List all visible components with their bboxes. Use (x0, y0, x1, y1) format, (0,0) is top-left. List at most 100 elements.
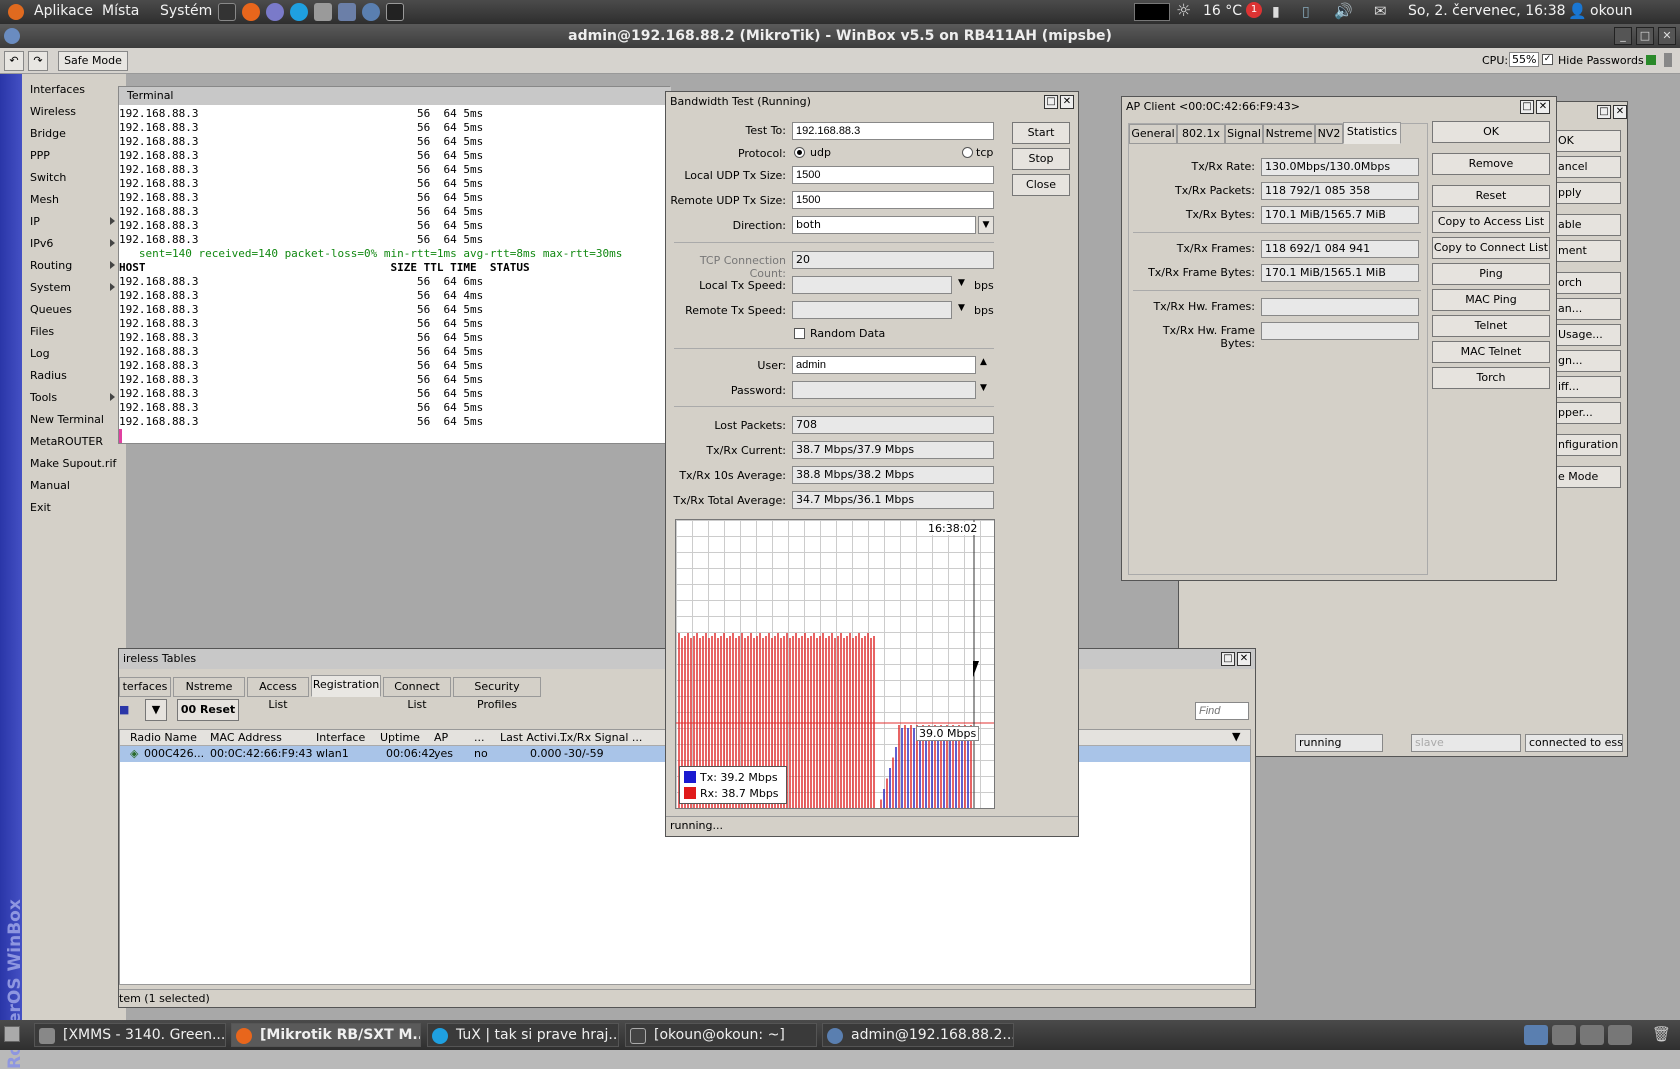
restore-button[interactable]: □ (1221, 652, 1235, 666)
tab-security-profiles[interactable]: Security Profiles (453, 677, 541, 711)
workspace-2[interactable] (1552, 1025, 1576, 1045)
sidebar-item-routing[interactable]: Routing (30, 259, 72, 272)
hide-passwords-checkbox[interactable]: ✓ (1542, 54, 1553, 65)
network-tool-icon[interactable] (338, 3, 356, 21)
sidebar-item-tools[interactable]: Tools (30, 391, 57, 404)
close-button[interactable]: ✕ (1536, 100, 1550, 114)
undo-button[interactable]: ↶ (4, 51, 24, 71)
back-cancel-button[interactable]: ancel (1553, 156, 1621, 178)
password-input[interactable] (792, 381, 976, 399)
menu-aplikace[interactable]: Aplikace (34, 3, 93, 19)
tab-statistics[interactable]: Statistics (1343, 122, 1401, 144)
system-monitor-icon[interactable] (1134, 3, 1170, 21)
close-button[interactable]: ✕ (1613, 105, 1627, 119)
ping-button[interactable]: Ping (1432, 263, 1550, 285)
tab-nv2[interactable]: NV2 (1315, 124, 1343, 144)
task-xmms[interactable]: [XMMS - 3140. Green... (34, 1023, 226, 1047)
remote-udp-tx-size-input[interactable] (792, 191, 994, 209)
restore-button[interactable]: □ (1520, 100, 1534, 114)
show-desktop-icon[interactable] (4, 1026, 20, 1042)
task-tux[interactable]: TuX | tak si prave hraj... (427, 1023, 619, 1047)
tcp-connection-count-input[interactable]: 20 (792, 251, 994, 269)
sidebar-item-wireless[interactable]: Wireless (30, 105, 76, 118)
sidebar-item-mesh[interactable]: Mesh (30, 193, 59, 206)
remote-tx-speed-input[interactable] (792, 301, 952, 319)
copy-to-access-list-button[interactable]: Copy to Access List (1432, 211, 1550, 233)
sidebar-item-radius[interactable]: Radius (30, 369, 67, 382)
sidebar-item-metarouter[interactable]: MetaROUTER (30, 435, 103, 448)
menu-mista[interactable]: Místa (102, 3, 139, 19)
close-window-button[interactable]: ✕ (1658, 27, 1676, 45)
restore-button[interactable]: □ (1044, 95, 1058, 109)
tab-connect-list[interactable]: Connect List (383, 677, 451, 711)
pidgin-icon[interactable] (266, 3, 284, 21)
random-data-checkbox[interactable] (794, 328, 805, 339)
weather-icon[interactable]: ☼ (1176, 1, 1191, 21)
start-button[interactable]: Start (1012, 122, 1070, 144)
tcp-radio[interactable] (962, 147, 973, 158)
clock[interactable]: So, 2. červenec, 16:38 (1408, 3, 1566, 19)
remote-tx-speed-dropdown-icon[interactable]: ▼ (958, 303, 965, 313)
back-sniff-button[interactable]: iff... (1553, 376, 1621, 398)
user-collapse-icon[interactable]: ▲ (980, 357, 987, 367)
task-winbox[interactable]: admin@192.168.88.2... (822, 1023, 1014, 1047)
mac-telnet-button[interactable]: MAC Telnet (1432, 341, 1550, 363)
find-input[interactable] (1195, 702, 1249, 720)
reset-button[interactable]: Reset (1432, 185, 1550, 207)
tab-general[interactable]: General (1129, 124, 1177, 144)
console-icon[interactable] (386, 3, 404, 21)
tab-registration[interactable]: Registration (311, 675, 381, 697)
column-txrx-signal[interactable]: Tx/Rx Signal ... (560, 731, 642, 744)
notification-icon[interactable]: 1 (1246, 2, 1262, 18)
sidebar-item-ipv6[interactable]: IPv6 (30, 237, 53, 250)
workspace-4[interactable] (1608, 1025, 1632, 1045)
table-menu-icon[interactable]: ■ (119, 703, 131, 723)
skype-icon[interactable] (290, 3, 308, 21)
tab-signal[interactable]: Signal (1225, 124, 1263, 144)
winbox-icon[interactable] (362, 3, 380, 21)
telnet-button[interactable]: Telnet (1432, 315, 1550, 337)
calculator-icon[interactable] (314, 3, 332, 21)
workspace-1[interactable] (1524, 1025, 1548, 1045)
filter-button[interactable]: ▼ (145, 699, 167, 721)
ok-button[interactable]: OK (1432, 121, 1550, 143)
firefox-icon[interactable] (242, 3, 260, 21)
battery-icon[interactable]: ▯ (1302, 4, 1310, 20)
temperature[interactable]: 16 °C (1203, 3, 1242, 19)
column-last-activity[interactable]: Last Activi... (500, 731, 567, 744)
column-interface[interactable]: Interface (316, 731, 365, 744)
terminal-window[interactable]: Terminal 192.168.88.3 56 64 5ms 192.168.… (118, 86, 671, 444)
column-chooser-icon[interactable]: ▼ (1232, 730, 1240, 743)
safe-mode-button[interactable]: Safe Mode (58, 51, 128, 71)
back-reset-configuration-button[interactable]: nfiguration (1553, 434, 1621, 456)
back-simple-mode-button[interactable]: e Mode (1553, 466, 1621, 488)
volume-icon[interactable]: 🔊 (1334, 2, 1353, 20)
sidebar-item-log[interactable]: Log (30, 347, 50, 360)
minimize-button[interactable]: _ (1614, 27, 1632, 45)
back-snooper-button[interactable]: pper... (1553, 402, 1621, 424)
password-dropdown-icon[interactable]: ▼ (980, 383, 987, 393)
reset-counters-button[interactable]: 00 Reset (177, 699, 239, 721)
user-input[interactable] (792, 356, 976, 374)
menu-system[interactable]: Systém (160, 3, 212, 19)
tab-nstreme-dual[interactable]: Nstreme Dual (173, 677, 245, 711)
sidebar-item-interfaces[interactable]: Interfaces (30, 83, 85, 96)
tab-nstreme[interactable]: Nstreme (1263, 124, 1315, 144)
sidebar-item-exit[interactable]: Exit (30, 501, 51, 514)
remove-button[interactable]: Remove (1432, 153, 1550, 175)
task-terminal[interactable]: [okoun@okoun: ~] (625, 1023, 817, 1047)
back-freq-usage-button[interactable]: Usage... (1553, 324, 1621, 346)
back-ok-button[interactable]: OK (1553, 130, 1621, 152)
sidebar-item-ip[interactable]: IP (30, 215, 40, 228)
back-torch-button[interactable]: orch (1553, 272, 1621, 294)
mac-ping-button[interactable]: MAC Ping (1432, 289, 1550, 311)
network-signal-icon[interactable]: ▮ (1272, 4, 1280, 20)
back-scan-button[interactable]: an... (1553, 298, 1621, 320)
sidebar-item-ppp[interactable]: PPP (30, 149, 50, 162)
workspace-3[interactable] (1580, 1025, 1604, 1045)
udp-radio[interactable] (794, 147, 805, 158)
column-ap[interactable]: AP (434, 731, 448, 744)
direction-select[interactable]: both (792, 216, 976, 234)
maximize-button[interactable]: □ (1636, 27, 1654, 45)
sidebar-item-switch[interactable]: Switch (30, 171, 66, 184)
